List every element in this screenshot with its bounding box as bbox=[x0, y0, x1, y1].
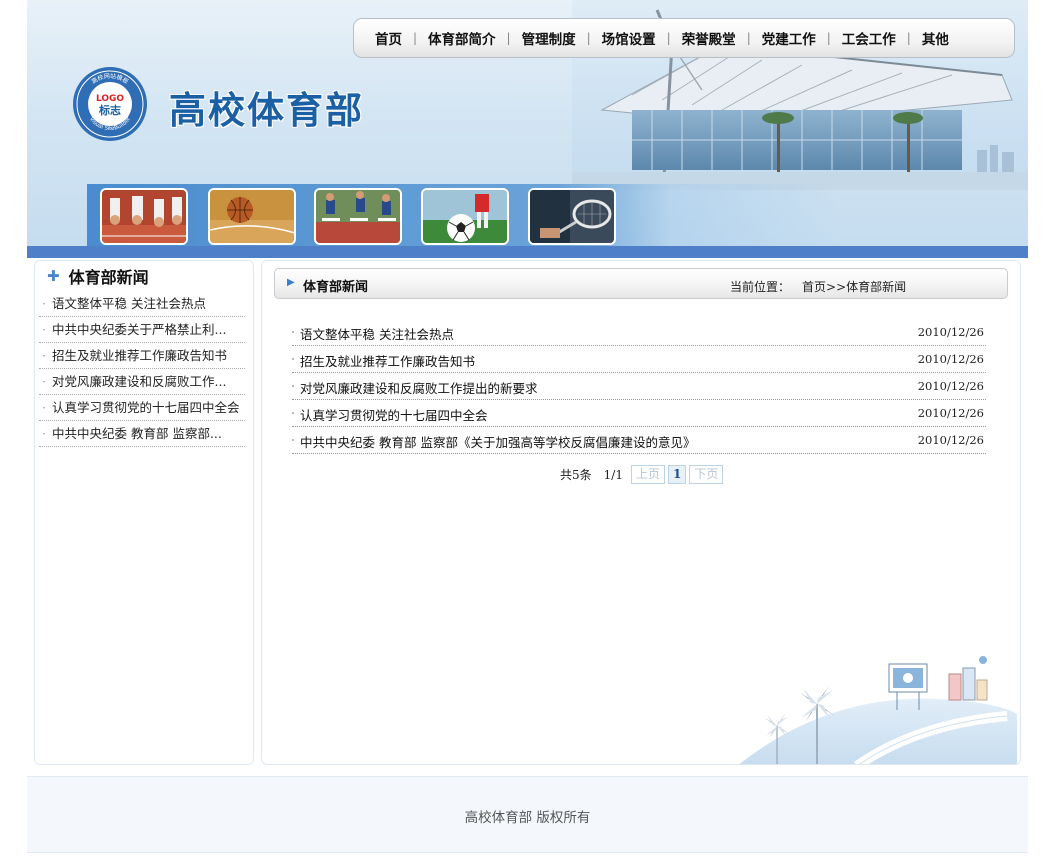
header: 首页 | 体育部简介 | 管理制度 | 场馆设置 | 荣誉殿堂 | 党建工作 | 工会工作 |… bbox=[27, 0, 1028, 258]
nav-other[interactable]: 其他 bbox=[913, 28, 958, 48]
sidebar-news-item[interactable]: 语文整体平稳 关注社会热点 bbox=[39, 291, 245, 317]
prev-page-button[interactable]: 上页 bbox=[630, 465, 665, 484]
breadcrumb: 当前位置： 首页>>体育部新闻 bbox=[730, 278, 906, 295]
header-divider-bar bbox=[27, 246, 1028, 258]
news-title[interactable]: 认真学习贯彻党的十七届四中全会 bbox=[300, 405, 488, 424]
sidebar-title: 体育部新闻 bbox=[68, 268, 149, 287]
nav-union[interactable]: 工会工作 bbox=[833, 28, 905, 48]
basketball-photo[interactable] bbox=[208, 188, 296, 245]
nav-honors[interactable]: 荣誉殿堂 bbox=[673, 28, 745, 48]
tennis-photo[interactable] bbox=[528, 188, 616, 245]
news-title[interactable]: 语文整体平稳 关注社会热点 bbox=[300, 324, 454, 343]
nav-separator: | bbox=[746, 31, 751, 45]
news-title[interactable]: 招生及就业推荐工作廉政告知书 bbox=[300, 351, 475, 370]
news-date: 2010/12/26 bbox=[917, 325, 984, 339]
main-title: 体育部新闻 bbox=[303, 280, 369, 295]
nav-venues[interactable]: 场馆设置 bbox=[593, 28, 665, 48]
news-title[interactable]: 对党风廉政建设和反腐败工作提出的新要求 bbox=[300, 378, 538, 397]
running-photo[interactable] bbox=[100, 188, 188, 245]
nav-separator: | bbox=[906, 31, 911, 45]
next-page-button[interactable]: 下页 bbox=[689, 465, 724, 484]
current-page-button[interactable]: 1 bbox=[667, 465, 687, 484]
sidebar: ✚ 体育部新闻 语文整体平稳 关注社会热点 中共中央纪委关于严格禁止利... 招… bbox=[34, 260, 254, 765]
news-row: 中共中央纪委 教育部 监察部《关于加强高等学校反腐倡廉建设的意见》 2010/1… bbox=[292, 427, 986, 454]
site-title: 高校体育部 bbox=[169, 89, 364, 132]
nav-rules[interactable]: 管理制度 bbox=[513, 28, 585, 48]
main-panel: ▶ 体育部新闻 当前位置： 首页>>体育部新闻 语文整体平稳 关注社会热点 201… bbox=[261, 260, 1021, 765]
arrow-right-icon: ▶ bbox=[287, 277, 295, 288]
nav-separator: | bbox=[506, 31, 511, 45]
news-row: 认真学习贯彻党的十七届四中全会 2010/12/26 bbox=[292, 400, 986, 427]
nav-home[interactable]: 首页 bbox=[366, 28, 411, 48]
pinwheel-decoration bbox=[739, 656, 1017, 764]
nav-party[interactable]: 党建工作 bbox=[753, 28, 825, 48]
nav-intro[interactable]: 体育部简介 bbox=[419, 28, 505, 48]
news-title[interactable]: 中共中央纪委 教育部 监察部《关于加强高等学校反腐倡廉建设的意见》 bbox=[300, 432, 695, 451]
nav-separator: | bbox=[413, 31, 418, 45]
logo-label: LOGO bbox=[96, 94, 124, 104]
news-date: 2010/12/26 bbox=[917, 406, 984, 420]
site-logo[interactable]: LOGO 标志 高校网站模板 Visual SiteBuilder bbox=[72, 66, 148, 142]
breadcrumb-path[interactable]: 首页>>体育部新闻 bbox=[802, 280, 906, 294]
sidebar-news-item[interactable]: 认真学习贯彻党的十七届四中全会 bbox=[39, 395, 245, 421]
breadcrumb-label: 当前位置： bbox=[730, 280, 791, 294]
pagination: 共5条 1/1 上页 1 下页 bbox=[560, 465, 726, 484]
main-header: ▶ 体育部新闻 当前位置： 首页>>体育部新闻 bbox=[274, 268, 1008, 299]
footer: 高校体育部 版权所有 bbox=[27, 776, 1028, 853]
sidebar-news-item[interactable]: 招生及就业推荐工作廉政告知书 bbox=[39, 343, 245, 369]
logo-sub: 标志 bbox=[98, 103, 121, 117]
nav-separator: | bbox=[586, 31, 591, 45]
sidebar-news-item[interactable]: 中共中央纪委 教育部 监察部... bbox=[39, 421, 245, 447]
sidebar-news-item[interactable]: 中共中央纪委关于严格禁止利... bbox=[39, 317, 245, 343]
plus-icon: ✚ bbox=[47, 267, 60, 285]
top-nav: 首页 | 体育部简介 | 管理制度 | 场馆设置 | 荣誉殿堂 | 党建工作 | 工会工作 |… bbox=[353, 18, 1015, 58]
news-row: 对党风廉政建设和反腐败工作提出的新要求 2010/12/26 bbox=[292, 373, 986, 400]
news-row: 招生及就业推荐工作廉政告知书 2010/12/26 bbox=[292, 346, 986, 373]
news-date: 2010/12/26 bbox=[917, 433, 984, 447]
nav-separator: | bbox=[826, 31, 831, 45]
soccer-photo[interactable] bbox=[421, 188, 509, 245]
sidebar-list: 语文整体平稳 关注社会热点 中共中央纪委关于严格禁止利... 招生及就业推荐工作… bbox=[35, 291, 253, 447]
sidebar-header: ✚ 体育部新闻 bbox=[35, 261, 253, 291]
nav-separator: | bbox=[666, 31, 671, 45]
pager-count: 共5条 bbox=[560, 468, 592, 482]
sidebar-news-item[interactable]: 对党风廉政建设和反腐败工作... bbox=[39, 369, 245, 395]
copyright-text: 高校体育部 版权所有 bbox=[464, 810, 591, 826]
page: 首页 | 体育部简介 | 管理制度 | 场馆设置 | 荣誉殿堂 | 党建工作 | 工会工作 |… bbox=[0, 0, 1048, 865]
news-date: 2010/12/26 bbox=[917, 379, 984, 393]
pager-page: 1/1 bbox=[603, 467, 623, 482]
news-list: 语文整体平稳 关注社会热点 2010/12/26 招生及就业推荐工作廉政告知书 … bbox=[292, 319, 986, 454]
news-row: 语文整体平稳 关注社会热点 2010/12/26 bbox=[292, 319, 986, 346]
hurdles-photo[interactable] bbox=[314, 188, 402, 245]
news-date: 2010/12/26 bbox=[917, 352, 984, 366]
photo-strip bbox=[87, 184, 1028, 246]
